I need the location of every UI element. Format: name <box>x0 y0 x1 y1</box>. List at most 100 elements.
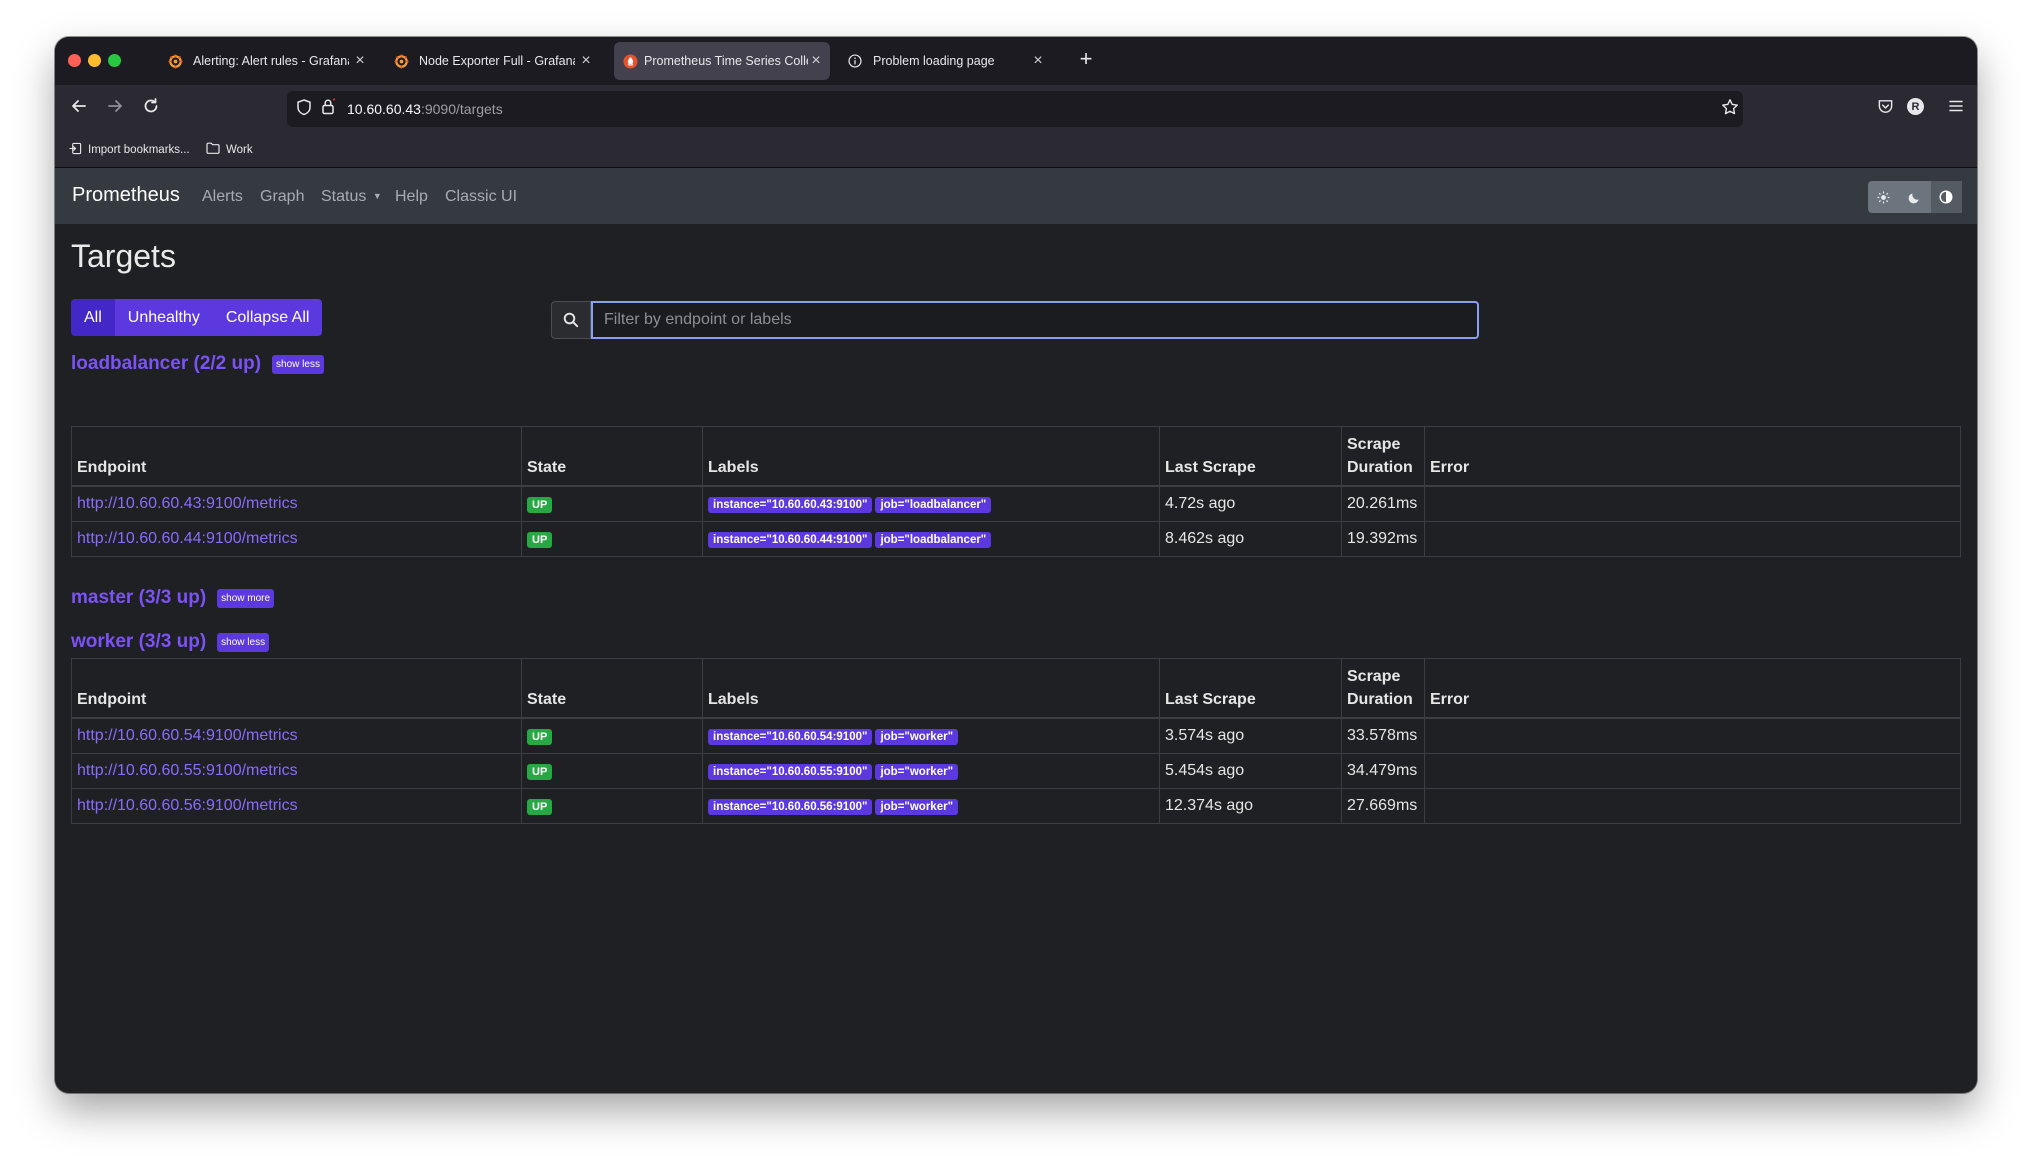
pool-header-master: master (3/3 up) show more <box>71 587 275 609</box>
url-text[interactable]: 10.60.60.43:9090/targets <box>347 101 503 117</box>
new-tab-icon[interactable]: + <box>1071 46 1101 72</box>
collapse-all-button[interactable]: Collapse All <box>212 299 323 336</box>
theme-toggle <box>1868 181 1962 213</box>
filter-all-button[interactable]: All <box>71 299 115 336</box>
targets-table-worker: Endpoint State Labels Last Scrape Scrape… <box>71 658 1961 824</box>
folder-icon <box>206 142 220 157</box>
endpoint-link[interactable]: http://10.60.60.43:9100/metrics <box>77 495 298 512</box>
show-less-button[interactable]: show less <box>217 632 270 652</box>
column-last-scrape: Last Scrape <box>1159 426 1342 487</box>
label-badge: instance="10.60.60.54:9100" <box>708 729 873 745</box>
sun-icon[interactable] <box>1868 181 1899 213</box>
search-input[interactable] <box>591 301 1479 339</box>
state-badge: UP <box>527 497 553 513</box>
pocket-icon[interactable] <box>1871 98 1899 121</box>
show-less-button[interactable]: show less <box>272 354 324 374</box>
moon-icon[interactable] <box>1899 181 1930 213</box>
endpoint-link[interactable]: http://10.60.60.56:9100/metrics <box>77 797 298 814</box>
tab-prometheus[interactable]: Prometheus Time Series Collect × <box>614 42 830 80</box>
nav-alerts[interactable]: Alerts <box>202 188 243 206</box>
scrape-duration-cell: 27.669ms <box>1341 788 1425 824</box>
import-icon <box>69 142 82 158</box>
search-icon <box>551 301 591 339</box>
table-row: http://10.60.60.56:9100/metrics UP insta… <box>71 788 1961 824</box>
column-scrape-duration: Scrape Duration <box>1341 658 1425 719</box>
back-icon[interactable] <box>65 97 93 121</box>
nav-classic-ui[interactable]: Classic UI <box>445 188 517 206</box>
page-content: Targets All Unhealthy Collapse All loadb… <box>55 224 1977 1093</box>
pool-header-loadbalancer: loadbalancer (2/2 up) show less <box>71 353 324 375</box>
column-state: State <box>521 426 703 487</box>
tab-title: Alerting: Alert rules - Grafana <box>193 54 349 68</box>
adjust-icon[interactable] <box>1930 181 1962 213</box>
column-endpoint: Endpoint <box>71 426 522 487</box>
last-scrape-cell: 12.374s ago <box>1159 788 1342 824</box>
profile-initial: R <box>1907 98 1924 115</box>
pool-title[interactable]: worker (3/3 up) <box>71 631 206 653</box>
pool-header-worker: worker (3/3 up) show less <box>71 631 270 653</box>
state-badge: UP <box>527 532 553 548</box>
close-tab-icon[interactable]: × <box>808 52 824 70</box>
bookmark-folder-work[interactable]: Work <box>206 142 253 157</box>
column-state: State <box>521 658 703 719</box>
bookmark-star-icon[interactable] <box>1716 98 1744 122</box>
nav-help[interactable]: Help <box>395 188 428 206</box>
maximize-window-button[interactable] <box>108 54 121 67</box>
bookmark-import[interactable]: Import bookmarks... <box>69 142 190 158</box>
column-error: Error <box>1424 658 1961 719</box>
grafana-icon <box>167 53 183 69</box>
info-icon <box>847 53 863 69</box>
filter-unhealthy-button[interactable]: Unhealthy <box>114 299 213 336</box>
pool-title[interactable]: loadbalancer (2/2 up) <box>71 353 261 375</box>
navigation-toolbar: 10.60.60.43:9090/targets R <box>55 85 1977 133</box>
column-label: Scrape <box>1347 668 1401 685</box>
bookmarks-toolbar: Import bookmarks... Work <box>55 133 1977 168</box>
close-window-button[interactable] <box>68 54 81 67</box>
url-host: 10.60.60.43 <box>347 101 421 117</box>
tab-title: Node Exporter Full - Grafana <box>419 54 575 68</box>
table-row: http://10.60.60.44:9100/metrics UP insta… <box>71 521 1961 557</box>
nav-status[interactable]: Status ▼ <box>321 188 382 206</box>
close-tab-icon[interactable]: × <box>349 52 371 70</box>
targets-table-loadbalancer: Endpoint State Labels Last Scrape Scrape… <box>71 426 1961 557</box>
account-avatar[interactable]: R <box>1907 98 1935 115</box>
table-row: http://10.60.60.54:9100/metrics UP insta… <box>71 717 1961 754</box>
last-scrape-cell: 3.574s ago <box>1159 717 1342 754</box>
column-labels: Labels <box>702 426 1160 487</box>
state-badge: UP <box>527 799 553 815</box>
show-more-button[interactable]: show more <box>217 588 275 608</box>
tab-node-exporter[interactable]: Node Exporter Full - Grafana × <box>381 42 603 80</box>
nav-graph[interactable]: Graph <box>260 188 304 206</box>
label-badge: instance="10.60.60.55:9100" <box>708 764 873 780</box>
tab-title: Problem loading page <box>873 54 995 68</box>
scrape-duration-cell: 34.479ms <box>1341 753 1425 789</box>
endpoint-link[interactable]: http://10.60.60.55:9100/metrics <box>77 762 298 779</box>
search-group <box>551 301 1479 339</box>
scrape-duration-cell: 20.261ms <box>1341 485 1425 522</box>
label-badge: job="loadbalancer" <box>875 497 992 513</box>
minimize-window-button[interactable] <box>88 54 101 67</box>
pool-title[interactable]: master (3/3 up) <box>71 587 206 609</box>
error-cell <box>1424 788 1961 824</box>
table-row: http://10.60.60.55:9100/metrics UP insta… <box>71 753 1961 789</box>
tab-strip: Alerting: Alert rules - Grafana × Node E… <box>55 37 1977 85</box>
lock-icon[interactable] <box>314 98 342 121</box>
label-badge: job="worker" <box>875 764 959 780</box>
endpoint-link[interactable]: http://10.60.60.44:9100/metrics <box>77 530 298 547</box>
state-badge: UP <box>527 729 553 745</box>
address-bar[interactable] <box>287 91 1743 127</box>
close-tab-icon[interactable]: × <box>575 52 597 70</box>
endpoint-link[interactable]: http://10.60.60.54:9100/metrics <box>77 727 298 744</box>
column-scrape-duration: Scrape Duration <box>1341 426 1425 487</box>
prometheus-icon <box>622 53 638 69</box>
brand-logo[interactable]: Prometheus <box>72 184 180 207</box>
state-badge: UP <box>527 764 553 780</box>
reload-icon[interactable] <box>137 97 165 121</box>
nav-status-label: Status <box>321 188 367 205</box>
column-last-scrape: Last Scrape <box>1159 658 1342 719</box>
tab-problem-loading[interactable]: Problem loading page × <box>835 42 1055 80</box>
hamburger-menu-icon[interactable] <box>1942 98 1970 120</box>
forward-icon[interactable] <box>101 97 129 121</box>
tab-alert-rules[interactable]: Alerting: Alert rules - Grafana × <box>155 42 377 80</box>
close-tab-icon[interactable]: × <box>1027 52 1049 70</box>
